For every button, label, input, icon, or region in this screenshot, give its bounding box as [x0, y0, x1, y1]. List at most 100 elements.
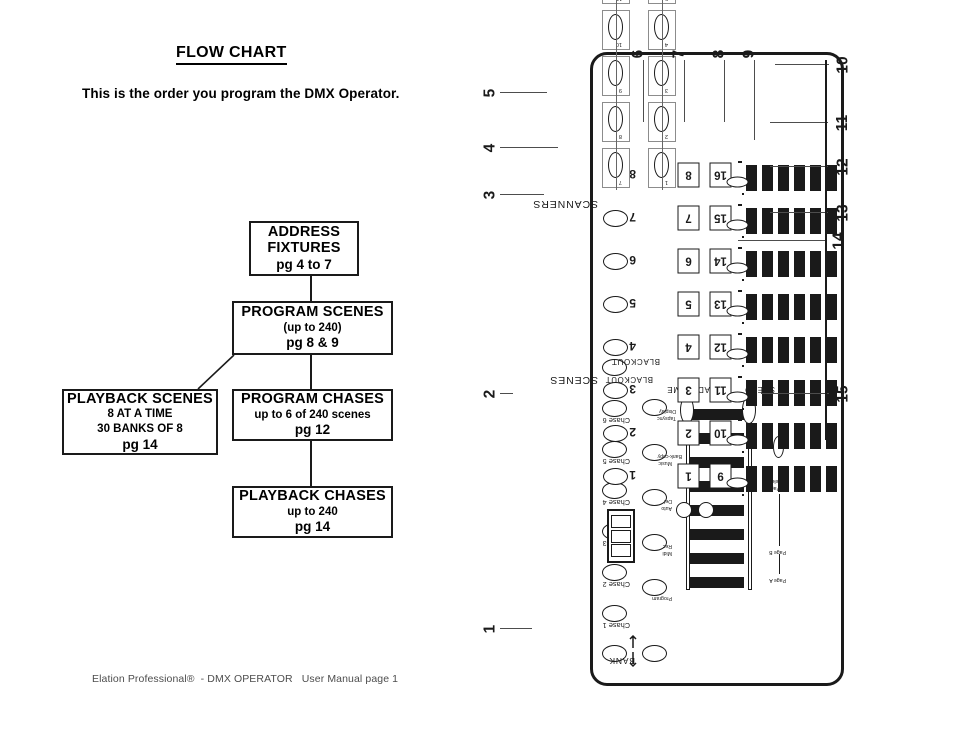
channel-fader-5-2[interactable] — [762, 294, 773, 320]
scene-button-6[interactable]: 6 — [677, 248, 700, 274]
channel-knob-6[interactable] — [726, 262, 749, 274]
channel-fader-2-2[interactable] — [762, 423, 773, 449]
scanner-number-5: 5 — [665, 0, 668, 1]
channel-rail-2 — [738, 419, 742, 421]
channel-rail-1 — [738, 462, 742, 464]
channel-slot-2 — [742, 451, 744, 453]
channel-fader-8-1[interactable] — [746, 165, 757, 191]
box-playback-chases-line2: up to 240 — [287, 505, 338, 518]
leader-6 — [643, 60, 645, 122]
channel-fader-5-5[interactable] — [810, 294, 821, 320]
master-fader-3[interactable] — [690, 529, 744, 540]
channel-rail-6 — [738, 247, 742, 249]
channel-fader-1-2[interactable] — [762, 466, 773, 492]
channel-fader-8-4[interactable] — [794, 165, 805, 191]
scanner-number-4: 4 — [664, 41, 668, 47]
scene-button-8[interactable]: 8 — [677, 162, 700, 188]
channel-fader-8-2[interactable] — [762, 165, 773, 191]
channel-fader-1-3[interactable] — [778, 466, 789, 492]
channel-fader-8-3[interactable] — [778, 165, 789, 191]
leader-5 — [500, 92, 547, 94]
channel-knob-4[interactable] — [726, 348, 749, 360]
master-fader-1[interactable] — [690, 577, 744, 588]
callout-10: 10 — [834, 56, 852, 74]
leader-2 — [500, 393, 513, 395]
scanner-number-1: 1 — [664, 179, 668, 185]
channel-fader-4-1[interactable] — [746, 337, 757, 363]
channel-fader-6-1[interactable] — [746, 251, 757, 277]
channel-fader-2-1[interactable] — [746, 423, 757, 449]
channel-fader-4-2[interactable] — [762, 337, 773, 363]
page-subtitle: This is the order you program the DMX Op… — [82, 86, 400, 101]
scene-number-7: 7 — [629, 210, 636, 224]
channel-knob-8[interactable] — [726, 176, 749, 188]
channel-fader-6-5[interactable] — [810, 251, 821, 277]
box-playback-chases-page: pg 14 — [294, 519, 331, 535]
channel-fader-4-4[interactable] — [794, 337, 805, 363]
channel-fader-3-1[interactable] — [746, 380, 757, 406]
chase-1-label: Chase 1 — [602, 621, 630, 630]
channel-fader-5-6[interactable] — [826, 294, 837, 320]
chase-2-button[interactable] — [602, 564, 627, 581]
channel-fader-4-5[interactable] — [810, 337, 821, 363]
chase-6-button[interactable] — [602, 400, 627, 417]
channel-knob-1[interactable] — [726, 477, 749, 489]
bank-down-button[interactable] — [642, 645, 667, 662]
connector-program-scenes-to-playback-scenes — [197, 355, 235, 390]
channel-fader-6-3[interactable] — [778, 251, 789, 277]
led-display — [607, 509, 635, 563]
chase-1-button[interactable] — [602, 605, 627, 622]
scanner-number-7: 7 — [618, 179, 622, 185]
connector-address-to-program-scenes — [310, 275, 312, 302]
scene-button-4[interactable]: 4 — [677, 334, 700, 360]
auto-label: Auto — [661, 505, 672, 511]
channel-fader-7-1[interactable] — [746, 208, 757, 234]
channel-knob-7[interactable] — [726, 219, 749, 231]
scene-led-2 — [603, 425, 628, 442]
channel-knob-5[interactable] — [726, 305, 749, 317]
channel-fader-1-6[interactable] — [826, 466, 837, 492]
leader-3 — [500, 194, 544, 196]
channel-fader-1-1[interactable] — [746, 466, 757, 492]
scene-button-1[interactable]: 1 — [677, 463, 700, 489]
scene-button-2[interactable]: 2 — [677, 420, 700, 446]
bank-indicator-9[interactable] — [698, 502, 714, 518]
channel-fader-6-4[interactable] — [794, 251, 805, 277]
scene-number-3: 3 — [629, 382, 636, 396]
leader-7 — [684, 60, 686, 122]
channel-knob-2[interactable] — [726, 434, 749, 446]
scanner-rail-2 — [662, 0, 664, 190]
channel-knob-3[interactable] — [726, 391, 749, 403]
master-fader-8[interactable] — [690, 409, 744, 420]
channel-fader-2-5[interactable] — [810, 423, 821, 449]
master-fader-2[interactable] — [690, 553, 744, 564]
channel-fader-8-5[interactable] — [810, 165, 821, 191]
callout-3: 3 — [481, 190, 499, 200]
channel-fader-6-6[interactable] — [826, 251, 837, 277]
channel-fader-5-1[interactable] — [746, 294, 757, 320]
callout-2: 2 — [481, 389, 499, 399]
scene-led-7 — [603, 210, 628, 227]
leader-12 — [770, 166, 828, 168]
scene-button-3[interactable]: 3 — [677, 377, 700, 403]
flow-box-playback-scenes: PLAYBACK SCENES 8 AT A TIME 30 BANKS OF … — [62, 389, 218, 455]
display-label: Display — [658, 408, 676, 414]
box-playback-scenes-line1: PLAYBACK SCENES — [67, 390, 213, 407]
channel-fader-4-6[interactable] — [826, 337, 837, 363]
channel-fader-6-2[interactable] — [762, 251, 773, 277]
channel-fader-2-3[interactable] — [778, 423, 789, 449]
scene-button-7[interactable]: 7 — [677, 205, 700, 231]
scene-button-5[interactable]: 5 — [677, 291, 700, 317]
channel-fader-2-4[interactable] — [794, 423, 805, 449]
box-address-page: pg 4 to 7 — [276, 256, 332, 272]
channel-fader-5-3[interactable] — [778, 294, 789, 320]
channel-fader-4-3[interactable] — [778, 337, 789, 363]
callout-11: 11 — [834, 114, 852, 132]
channel-fader-1-4[interactable] — [794, 466, 805, 492]
channel-fader-2-6[interactable] — [826, 423, 837, 449]
bank-indicator-1[interactable] — [676, 502, 692, 518]
channel-fader-1-5[interactable] — [810, 466, 821, 492]
chase-5-button[interactable] — [602, 441, 627, 458]
channel-fader-5-4[interactable] — [794, 294, 805, 320]
channel-slot-3 — [742, 408, 744, 410]
